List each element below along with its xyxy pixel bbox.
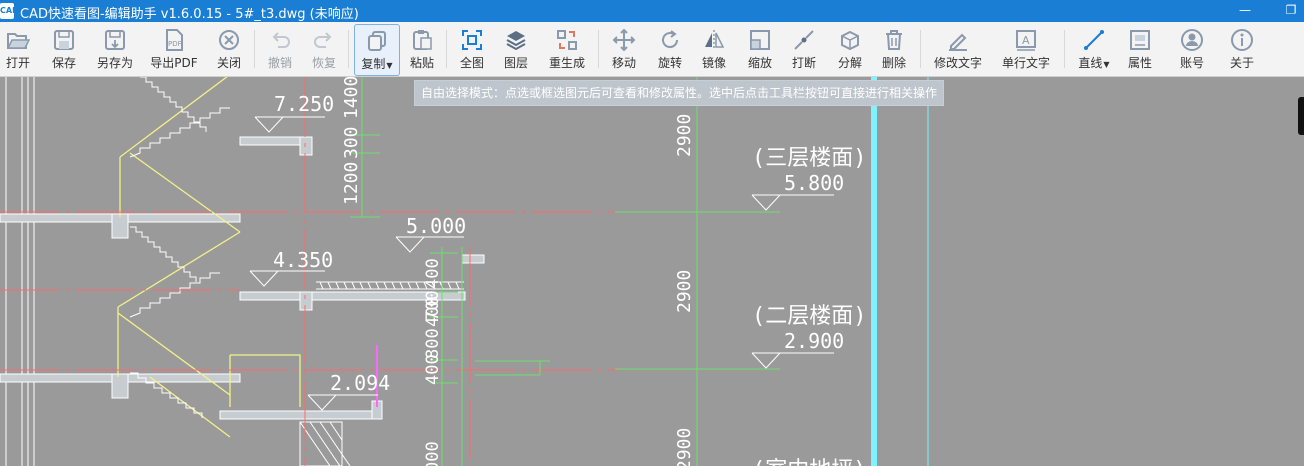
copy-icon (368, 31, 386, 51)
account-button[interactable]: 账号 (1176, 22, 1208, 76)
pdf-file-icon: PDF (166, 29, 183, 51)
scale-button[interactable]: 缩放 (744, 22, 776, 76)
save-as-icon (105, 30, 125, 50)
close-file-button[interactable]: 关闭 (212, 22, 246, 76)
dimension-text: 2900 (674, 114, 695, 157)
restore-button[interactable]: ❐ (1268, 0, 1304, 22)
export-pdf-button[interactable]: PDF 导出PDF (150, 22, 198, 76)
elevation-label: 7.250 (274, 92, 334, 116)
dimension-text: 2900 (674, 428, 695, 466)
dimension-text: 000 (423, 441, 443, 466)
toolbar-separator (920, 30, 921, 68)
scale-icon (750, 30, 770, 50)
title-bar: CAD CAD快速看图-编辑助手 v1.6.0.15 - 5#_t3.dwg (… (0, 0, 1304, 22)
dimension-text: 400 (423, 258, 443, 289)
caret-down-icon: ▼ (386, 61, 393, 70)
toolbar-separator (254, 30, 255, 68)
svg-text:A: A (1022, 34, 1030, 47)
delete-button[interactable]: 删除 (878, 22, 910, 76)
dimension-text: 2900 (674, 270, 695, 313)
toolbar-separator (598, 30, 599, 68)
dimension-text: 300 (341, 126, 362, 159)
minimize-button[interactable]: — (1222, 0, 1268, 22)
rotate-icon (662, 30, 679, 49)
drawing-canvas[interactable]: 7.250 5.000 4.350 2.094 5.800 2.900 (三层楼… (0, 77, 1304, 466)
explode-button[interactable]: 分解 (834, 22, 866, 76)
break-line-icon (794, 30, 814, 50)
layers-icon (506, 31, 526, 51)
left-walls (5, 77, 35, 466)
text-box-icon: A (1016, 30, 1036, 51)
layers-button[interactable]: 图层 (500, 22, 532, 76)
elevation-label: 2.900 (784, 329, 844, 353)
paste-button[interactable]: 粘贴 (406, 22, 438, 76)
close-circle-icon (219, 30, 239, 50)
regenerate-button[interactable]: 重生成 (546, 22, 588, 76)
app-logo-icon: CAD (0, 3, 19, 19)
dimension-lines (350, 77, 780, 466)
dimension-text: 1200 (341, 162, 362, 205)
edit-text-button[interactable]: 修改文字 (932, 22, 984, 76)
dimension-text: 400 (423, 296, 443, 327)
floppy-disk-icon (54, 30, 74, 50)
svg-text:PDF: PDF (168, 40, 182, 48)
user-avatar-icon (1181, 29, 1203, 51)
rotate-button[interactable]: 旋转 (654, 22, 686, 76)
elevation-label: 5.800 (784, 171, 844, 195)
mirror-button[interactable]: 镜像 (698, 22, 730, 76)
side-panel-handle[interactable] (1298, 97, 1304, 135)
undo-icon (272, 32, 290, 48)
main-toolbar: 打开 保存 另存为 PDF 导出PDF 关闭 撤销 恢复 复制▼ 粘贴 全图 图… (0, 22, 1304, 77)
dimension-text: 400 (423, 354, 443, 385)
properties-button[interactable]: 属性 (1124, 22, 1156, 76)
toolbar-separator (348, 30, 349, 68)
floor-label: (三层楼面) (752, 146, 867, 171)
redo-icon (314, 32, 332, 48)
open-button[interactable]: 打开 (2, 22, 34, 76)
move-button[interactable]: 移动 (608, 22, 640, 76)
line-button[interactable]: 直线▼ (1074, 22, 1114, 76)
selection-mode-tooltip: 自由选择模式：点选或框选图元后可查看和修改属性。选中后点击工具栏按钮可直接进行相… (414, 80, 945, 106)
save-button[interactable]: 保存 (48, 22, 80, 76)
single-line-text-button[interactable]: A 单行文字 (1000, 22, 1052, 76)
elevation-label: 2.094 (330, 371, 390, 395)
zoom-extents-icon (462, 30, 482, 50)
explode-cube-icon (841, 30, 859, 51)
full-view-button[interactable]: 全图 (456, 22, 488, 76)
floor-slabs (0, 136, 485, 420)
trash-icon (886, 30, 902, 50)
floor-label: (二层楼面) (752, 304, 867, 329)
regenerate-icon (557, 30, 577, 50)
toolbar-separator (446, 30, 447, 68)
mirror-icon (705, 30, 725, 50)
line-label: 直线 (1078, 56, 1103, 70)
copy-label: 复制 (361, 57, 386, 71)
elevation-label: 5.000 (406, 214, 466, 238)
dimension-text: 1400 (341, 77, 362, 119)
window-title: CAD快速看图-编辑助手 v1.6.0.15 - 5#_t3.dwg (未响应) (20, 7, 359, 22)
folder-open-icon (6, 33, 31, 49)
cad-drawing[interactable]: 7.250 5.000 4.350 2.094 5.800 2.900 (三层楼… (0, 77, 1304, 466)
undo-button[interactable]: 撤销 (264, 22, 296, 76)
about-button[interactable]: 关于 (1226, 22, 1258, 76)
info-icon (1231, 29, 1253, 51)
properties-panel-icon (1130, 30, 1150, 50)
toolbar-separator (1064, 30, 1065, 68)
line-tool-icon (1084, 30, 1104, 50)
paste-clipboard-icon (413, 30, 432, 50)
elevation-markers (249, 116, 834, 411)
break-button[interactable]: 打断 (788, 22, 820, 76)
redo-button[interactable]: 恢复 (308, 22, 340, 76)
pencil-icon (949, 33, 967, 51)
cyan-column (871, 77, 877, 466)
save-as-button[interactable]: 另存为 (94, 22, 136, 76)
copy-button[interactable]: 复制▼ (354, 24, 400, 76)
elevation-label: 4.350 (273, 248, 333, 272)
caret-down-icon: ▼ (1103, 60, 1110, 69)
floor-label: (室内地坪) (752, 458, 867, 466)
move-arrows-icon (612, 28, 636, 52)
